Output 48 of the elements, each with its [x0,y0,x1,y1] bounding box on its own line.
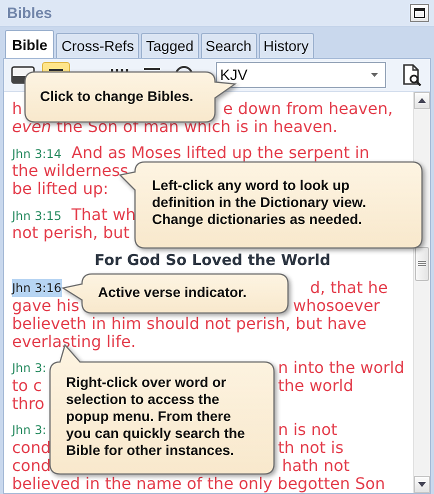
tab[interactable]: Cross-Refs [56,33,139,58]
tab[interactable]: Bible [5,30,54,58]
caret-icon [371,73,378,77]
bible-dropdown[interactable]: KJV [216,62,386,88]
verse-text: thro [12,395,44,413]
callout-text: Right-click over word or selection to access the popup menu. From there you can quickly search the Bible for other instances. [66,374,246,459]
tab[interactable]: Tagged [140,33,199,58]
tab[interactable]: Search [200,33,256,58]
tab[interactable]: History [258,33,314,58]
document-search-icon [402,64,422,86]
scroll-up-button[interactable] [414,92,430,109]
section-heading: For God So Loved the World [93,250,332,270]
maximize-icon [414,8,425,18]
scrollbar-thumb[interactable] [415,247,429,281]
verse-reference[interactable]: Jhn 3: [12,421,46,439]
verse-text: the wilderness [12,162,128,180]
verse-text: n is not [278,421,338,439]
verse-reference[interactable]: Jhn 3: [12,359,46,377]
verse-text: e down from heaven, [223,100,394,118]
maximize-button[interactable] [410,4,429,22]
verse-reference[interactable]: Jhn 3:14 [12,145,62,163]
verse-reference[interactable]: Jhn 3:16 [12,279,62,297]
verse-text: cond [12,439,51,457]
verse-text: th not is [278,439,345,457]
verse-text: the world [278,377,354,395]
verse-text: And as Moses lifted up the serpent in [72,144,370,162]
down-arrow-icon [418,482,426,487]
verse-text: everlasting life. [12,333,136,351]
callout-text: Click to change Bibles. [40,88,194,105]
verse-text: h [12,100,22,118]
verse-text: believed in the name of the only begotten Son [12,475,386,493]
panel-title: Bibles [7,4,52,22]
callout-text: Left-click any word to look up definition in the Dictionary view. Change dictionaries as needed. [152,177,368,228]
verse-text: cond [12,457,51,475]
verse-text: to c [12,377,42,395]
verse-text: d, that he [310,279,389,297]
verse-text: n into the world [278,359,406,377]
callout-text: Active verse indicator. [98,284,248,301]
verse-text: believeth in him should not perish, but have [12,315,366,333]
verse-reference[interactable]: Jhn 3:15 [12,207,62,225]
verse-text: hath not [282,457,351,475]
verse-text: whosoever [293,297,381,315]
up-arrow-icon [418,98,426,103]
verse-text: gave his [12,297,80,315]
verse-text: not perish, but [12,224,130,242]
scroll-down-button[interactable] [414,476,430,493]
verse-text: That wh [72,206,136,224]
verse-text: be lifted up: [12,180,108,198]
